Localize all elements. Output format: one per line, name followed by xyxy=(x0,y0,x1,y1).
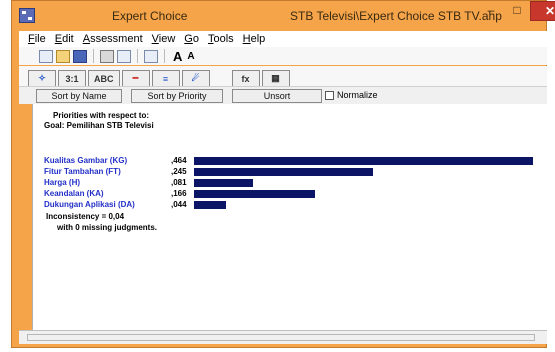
menu-item-view[interactable]: View xyxy=(152,33,176,45)
criterion-label[interactable]: Dukungan Aplikasi (DA) xyxy=(44,200,135,209)
tab-icon: ABC xyxy=(94,73,114,84)
app-title: Expert Choice xyxy=(112,9,188,23)
new-icon[interactable] xyxy=(39,49,53,63)
tab-icon: fx xyxy=(241,73,250,84)
close-button[interactable]: ✕ xyxy=(530,1,555,21)
menu-accelerator: A xyxy=(82,33,91,45)
priority-value: ,044 xyxy=(171,200,187,209)
menu-label-rest: ools xyxy=(213,33,234,45)
tab-icon: ☄ xyxy=(191,73,200,83)
menu-label-rest: elp xyxy=(250,33,266,45)
missing-judgments-text: with 0 missing judgments. xyxy=(57,223,158,232)
tab-pairwise-graphical[interactable]: ━ xyxy=(121,70,150,86)
save-icon[interactable] xyxy=(73,49,87,63)
sort-by-name-button[interactable]: Sort by Name xyxy=(36,89,122,103)
unsort-button[interactable]: Unsort xyxy=(232,89,322,103)
tab-tree-view[interactable]: ✧ xyxy=(28,70,56,86)
menu-item-file[interactable]: File xyxy=(28,33,46,45)
status-panel xyxy=(27,334,535,341)
sort-by-priority-button[interactable]: Sort by Priority xyxy=(131,89,223,103)
tab-icon: ✧ xyxy=(38,73,46,83)
main-toolbar: A A xyxy=(19,47,547,65)
priority-bar xyxy=(194,168,373,176)
tab-sensitivity[interactable]: ☄ xyxy=(181,70,210,86)
priority-bar xyxy=(194,157,533,165)
normalize-checkbox[interactable]: Normalize xyxy=(325,90,378,100)
criterion-label[interactable]: Kualitas Gambar (KG) xyxy=(44,156,127,165)
tab-data-grid[interactable]: ▦ xyxy=(261,70,290,86)
priority-value: ,464 xyxy=(171,156,187,165)
tab-priorities[interactable]: ≡ xyxy=(151,70,180,86)
menu-label-rest: ssessment xyxy=(90,33,143,45)
priority-bar xyxy=(194,190,315,198)
priority-value: ,166 xyxy=(171,189,187,198)
status-bar xyxy=(19,330,547,344)
open-icon[interactable] xyxy=(56,49,70,63)
sort-toolbar: Sort by Name Sort by Priority Unsort Nor… xyxy=(19,86,547,104)
menu-item-edit[interactable]: Edit xyxy=(55,33,74,45)
font-decrease-icon[interactable]: A xyxy=(187,51,194,62)
menu-item-help[interactable]: Help xyxy=(243,33,266,45)
priority-row: Fitur Tambahan (FT) ,245 xyxy=(33,167,547,178)
menu-bar: File Edit Assessment View Go Tools Help xyxy=(19,31,547,47)
tab-formula[interactable]: fx xyxy=(231,70,260,86)
app-window: Expert Choice STB Televisi\Expert Choice… xyxy=(11,0,555,348)
menu-label-rest: iew xyxy=(158,33,176,45)
priority-row: Keandalan (KA) ,166 xyxy=(33,189,547,200)
document-title: STB Televisi\Expert Choice STB TV.ahp xyxy=(290,9,502,23)
toolbar-separator xyxy=(137,49,138,63)
criterion-label[interactable]: Keandalan (KA) xyxy=(44,189,104,198)
app-icon[interactable] xyxy=(19,8,35,23)
priority-value: ,245 xyxy=(171,167,187,176)
title-bar: Expert Choice STB Televisi\Expert Choice… xyxy=(12,1,555,31)
menu-label-rest: ile xyxy=(34,33,46,45)
priorities-report: Priorities with respect to: Goal: Pemili… xyxy=(32,104,547,330)
print-icon[interactable] xyxy=(100,49,114,63)
checkbox-box[interactable] xyxy=(325,90,334,100)
toolbar-separator xyxy=(93,49,94,63)
menu-accelerator: G xyxy=(184,33,193,45)
tab-icon: ▦ xyxy=(271,73,280,83)
priority-row: Harga (H) ,081 xyxy=(33,178,547,189)
view-tabs: ✧ 3:1 ABC ━ ≡ ☄ fx ▦ xyxy=(19,66,547,86)
criterion-label[interactable]: Fitur Tambahan (FT) xyxy=(44,167,121,176)
toolbar-separator xyxy=(164,49,165,63)
tab-icon: ≡ xyxy=(162,73,169,84)
criterion-label[interactable]: Harga (H) xyxy=(44,178,80,187)
maximize-button[interactable]: □ xyxy=(504,1,530,21)
minimize-button[interactable]: – xyxy=(478,1,504,21)
tree-icon[interactable] xyxy=(144,49,158,63)
goal-label: Goal: Pemilihan STB Televisi xyxy=(44,121,154,130)
priority-bar xyxy=(194,201,226,209)
print-preview-icon[interactable] xyxy=(117,49,131,63)
menu-accelerator: F xyxy=(28,33,35,45)
menu-accelerator: V xyxy=(151,33,159,45)
menu-item-assessment[interactable]: Assessment xyxy=(83,33,143,45)
menu-label-rest: dit xyxy=(62,33,74,45)
menu-accelerator: E xyxy=(54,33,63,45)
tab-pairwise-numerical[interactable]: 3:1 xyxy=(58,70,86,86)
priority-value: ,081 xyxy=(171,178,187,187)
font-increase-icon[interactable]: A xyxy=(173,49,182,64)
inconsistency-text: Inconsistency = 0,04 xyxy=(46,212,125,221)
priority-bar xyxy=(194,179,253,187)
menu-label-rest: o xyxy=(192,33,199,45)
menu-item-tools[interactable]: Tools xyxy=(208,33,234,45)
tab-icon: ━ xyxy=(132,73,139,83)
priority-row: Kualitas Gambar (KG) ,464 xyxy=(33,156,547,167)
tab-pairwise-verbal[interactable]: ABC xyxy=(88,70,120,86)
tab-icon: 3:1 xyxy=(65,73,79,84)
menu-item-go[interactable]: Go xyxy=(184,33,199,45)
priority-row: Dukungan Aplikasi (DA) ,044 xyxy=(33,200,547,211)
normalize-label: Normalize xyxy=(337,90,378,100)
report-heading: Priorities with respect to: xyxy=(53,111,150,120)
menu-accelerator: H xyxy=(242,33,251,45)
